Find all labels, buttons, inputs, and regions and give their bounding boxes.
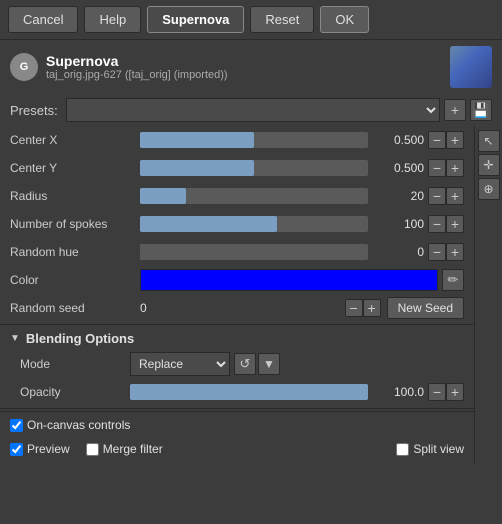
on-canvas-label: On-canvas controls: [27, 418, 130, 432]
center-x-slider[interactable]: [140, 132, 368, 148]
seed-row: Random seed 0 − + New Seed: [0, 294, 474, 322]
center-x-value: 0.500: [374, 133, 424, 147]
split-view-checkbox-label[interactable]: Split view: [396, 442, 464, 456]
center-y-label: Center Y: [10, 161, 140, 175]
split-view-label: Split view: [413, 442, 464, 456]
random-hue-slider[interactable]: [140, 244, 368, 260]
plugin-logo-icon: G: [10, 53, 38, 81]
bottom-options: On-canvas controls: [0, 411, 474, 438]
merge-filter-checkbox-label[interactable]: Merge filter: [86, 442, 163, 456]
center-x-slider-fill: [140, 132, 254, 148]
plugin-subtitle: taj_orig.jpg-627 ([taj_orig] (imported)): [46, 69, 450, 81]
radius-plus[interactable]: +: [446, 187, 464, 205]
preview-checkbox-label[interactable]: Preview: [10, 442, 70, 456]
presets-row: Presets: + 💾: [0, 94, 502, 126]
random-hue-minus[interactable]: −: [428, 243, 446, 261]
center-y-minus[interactable]: −: [428, 159, 446, 177]
spokes-label: Number of spokes: [10, 217, 140, 231]
seed-value: 0: [140, 301, 345, 315]
spokes-slider-fill: [140, 216, 277, 232]
radius-minus[interactable]: −: [428, 187, 446, 205]
on-canvas-checkbox-label[interactable]: On-canvas controls: [10, 418, 130, 432]
seed-plus[interactable]: +: [363, 299, 381, 317]
mode-reset-icon[interactable]: ↺: [234, 353, 256, 375]
color-swatch[interactable]: [140, 269, 438, 291]
random-hue-row: Random hue 0 − +: [0, 238, 474, 266]
cancel-button[interactable]: Cancel: [8, 6, 78, 33]
divider-1: [0, 324, 474, 325]
spokes-plus[interactable]: +: [446, 215, 464, 233]
radius-value: 20: [374, 189, 424, 203]
preview-label: Preview: [27, 442, 70, 456]
center-y-slider-fill: [140, 160, 254, 176]
side-tools: ↖ ✛ ⊕: [474, 126, 502, 464]
center-y-row: Center Y 0.500 − +: [0, 154, 474, 182]
preview-checkbox[interactable]: [10, 443, 23, 456]
move-tool-icon[interactable]: ✛: [478, 154, 500, 176]
seed-minus[interactable]: −: [345, 299, 363, 317]
on-canvas-checkbox[interactable]: [10, 419, 23, 432]
merge-filter-label: Merge filter: [103, 442, 163, 456]
top-toolbar: Cancel Help Supernova Reset OK: [0, 0, 502, 39]
opacity-plus[interactable]: +: [446, 383, 464, 401]
zoom-tool-icon[interactable]: ⊕: [478, 178, 500, 200]
center-x-plus[interactable]: +: [446, 131, 464, 149]
arrow-tool-icon[interactable]: ↖: [478, 130, 500, 152]
center-y-value: 0.500: [374, 161, 424, 175]
plugin-thumbnail-image: [450, 46, 492, 88]
plugin-header: G Supernova taj_orig.jpg-627 ([taj_orig]…: [0, 39, 502, 94]
spokes-slider[interactable]: [140, 216, 368, 232]
presets-add-button[interactable]: +: [444, 99, 466, 121]
color-label: Color: [10, 273, 140, 287]
center-y-plus[interactable]: +: [446, 159, 464, 177]
random-hue-label: Random hue: [10, 245, 140, 259]
center-x-label: Center X: [10, 133, 140, 147]
bottom-row2: Preview Merge filter Split view: [0, 438, 474, 464]
radius-slider-fill: [140, 188, 186, 204]
mode-select[interactable]: Replace Normal Multiply Screen Overlay: [130, 352, 230, 376]
opacity-row: Opacity 100.0 − +: [0, 378, 474, 406]
mode-label: Mode: [20, 357, 130, 371]
random-hue-value: 0: [374, 245, 424, 259]
merge-filter-checkbox[interactable]: [86, 443, 99, 456]
opacity-label: Opacity: [20, 385, 130, 399]
seed-label: Random seed: [10, 301, 140, 315]
blending-arrow-icon: ▼: [10, 333, 20, 344]
presets-label: Presets:: [10, 103, 58, 118]
opacity-slider[interactable]: [130, 384, 368, 400]
plugin-title-block: Supernova taj_orig.jpg-627 ([taj_orig] (…: [46, 53, 450, 81]
divider-2: [0, 408, 474, 409]
presets-select[interactable]: [66, 98, 440, 122]
spokes-value: 100: [374, 217, 424, 231]
spokes-minus[interactable]: −: [428, 215, 446, 233]
blending-section-header[interactable]: ▼ Blending Options: [0, 327, 474, 350]
plugin-thumbnail: [450, 46, 492, 88]
spokes-row: Number of spokes 100 − +: [0, 210, 474, 238]
center-y-slider[interactable]: [140, 160, 368, 176]
opacity-slider-fill: [130, 384, 368, 400]
color-row: Color ✏: [0, 266, 474, 294]
help-button[interactable]: Help: [84, 6, 141, 33]
radius-slider[interactable]: [140, 188, 368, 204]
plugin-title: Supernova: [46, 53, 450, 69]
main-content: Center X 0.500 − + Center Y 0.500 − + Ra…: [0, 126, 502, 464]
opacity-value: 100.0: [374, 385, 424, 399]
random-hue-plus[interactable]: +: [446, 243, 464, 261]
center-x-minus[interactable]: −: [428, 131, 446, 149]
params-area: Center X 0.500 − + Center Y 0.500 − + Ra…: [0, 126, 474, 464]
mode-row: Mode Replace Normal Multiply Screen Over…: [0, 350, 474, 378]
opacity-minus[interactable]: −: [428, 383, 446, 401]
ok-button[interactable]: OK: [320, 6, 369, 33]
radius-label: Radius: [10, 189, 140, 203]
supernova-button[interactable]: Supernova: [147, 6, 244, 33]
blending-title: Blending Options: [26, 331, 134, 346]
new-seed-button[interactable]: New Seed: [387, 297, 464, 319]
color-edit-icon[interactable]: ✏: [442, 269, 464, 291]
mode-expand-icon[interactable]: ▼: [258, 353, 280, 375]
center-x-row: Center X 0.500 − +: [0, 126, 474, 154]
radius-row: Radius 20 − +: [0, 182, 474, 210]
reset-button[interactable]: Reset: [250, 6, 314, 33]
presets-save-button[interactable]: 💾: [470, 99, 492, 121]
split-view-checkbox[interactable]: [396, 443, 409, 456]
